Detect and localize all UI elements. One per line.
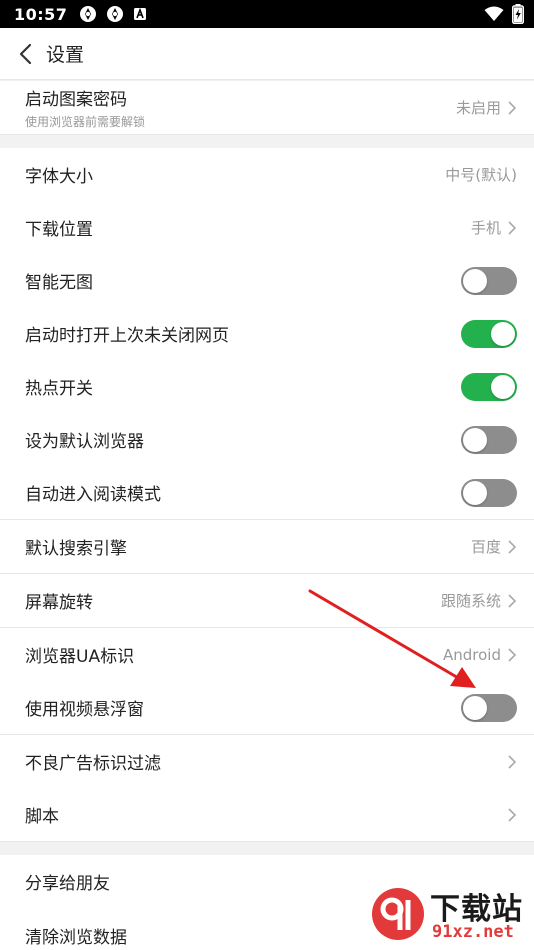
status-notification-icons xyxy=(79,5,147,23)
setting-label: 启动图案密码 xyxy=(25,90,127,110)
setting-value-text: 手机 xyxy=(470,219,501,237)
setting-label: 分享给朋友 xyxy=(25,874,110,894)
setting-row-hotspot: 热点开关 xyxy=(0,360,534,414)
video-float-window-toggle[interactable] xyxy=(461,693,517,722)
setting-row-smart-no-image: 智能无图 xyxy=(0,254,534,308)
setting-row-screen-rotation[interactable]: 屏幕旋转 跟随系统 xyxy=(0,574,534,628)
setting-value-text: 跟随系统 xyxy=(440,592,501,610)
setting-label: 热点开关 xyxy=(25,379,93,399)
setting-sublabel: 使用浏览器前需要解锁 xyxy=(25,115,146,129)
setting-row-pattern-password[interactable]: 启动图案密码 使用浏览器前需要解锁 未启用 xyxy=(0,81,534,135)
restore-tabs-toggle[interactable] xyxy=(461,319,517,348)
setting-label: 自动进入阅读模式 xyxy=(25,485,161,505)
toggle-knob xyxy=(463,695,487,720)
setting-value: 跟随系统 xyxy=(441,590,517,611)
page-title: 设置 xyxy=(46,44,85,66)
setting-row-user-agent[interactable]: 浏览器UA标识 Android xyxy=(0,628,534,682)
setting-value xyxy=(501,807,517,823)
toggle-knob xyxy=(463,268,487,293)
app-header: 设置 xyxy=(0,28,534,80)
status-time: 10:57 xyxy=(14,4,68,24)
setting-row-ad-filter[interactable]: 不良广告标识过滤 xyxy=(0,735,534,789)
setting-label: 清除浏览数据 xyxy=(25,927,127,948)
setting-row-restore-tabs: 启动时打开上次未关闭网页 xyxy=(0,307,534,361)
setting-row-font-size[interactable]: 字体大小 中号(默认) xyxy=(0,148,534,202)
chevron-right-icon xyxy=(508,220,517,235)
setting-value-text: Android xyxy=(443,645,501,664)
chevron-right-icon xyxy=(508,593,517,608)
chevron-right-icon xyxy=(508,754,517,769)
toggle-knob xyxy=(463,427,487,452)
chevron-left-icon xyxy=(19,43,32,64)
setting-value xyxy=(501,754,517,770)
watermark: 下载站 91xz.net xyxy=(370,882,530,946)
setting-label: 使用视频悬浮窗 xyxy=(25,700,144,720)
app-notification-icon xyxy=(107,6,124,22)
setting-label: 默认搜索引擎 xyxy=(25,539,127,559)
toggle-knob xyxy=(463,480,487,505)
setting-label: 屏幕旋转 xyxy=(25,593,93,613)
setting-value: 手机 xyxy=(471,217,517,238)
smart-no-image-toggle[interactable] xyxy=(461,266,517,295)
status-bar: 10:57 xyxy=(0,0,534,28)
hotspot-toggle[interactable] xyxy=(461,372,517,401)
setting-label: 启动时打开上次未关闭网页 xyxy=(25,326,229,346)
watermark-logo-icon xyxy=(372,888,424,940)
setting-label: 智能无图 xyxy=(25,273,93,293)
chevron-right-icon xyxy=(508,807,517,822)
reader-mode-toggle[interactable] xyxy=(461,478,517,507)
chevron-right-icon xyxy=(508,539,517,554)
setting-label: 下载位置 xyxy=(25,220,93,240)
setting-value: 中号(默认) xyxy=(445,164,517,185)
setting-value: Android xyxy=(443,646,517,664)
setting-value-text: 中号(默认) xyxy=(445,166,517,184)
setting-label: 不良广告标识过滤 xyxy=(25,754,161,774)
toggle-knob xyxy=(491,321,515,346)
setting-row-reader-mode: 自动进入阅读模式 xyxy=(0,466,534,520)
wifi-icon xyxy=(484,6,504,21)
battery-charging-icon xyxy=(512,4,524,24)
setting-label: 字体大小 xyxy=(25,167,93,187)
setting-label: 脚本 xyxy=(25,807,59,827)
setting-value: 未启用 xyxy=(456,97,517,118)
setting-label-group: 启动图案密码 使用浏览器前需要解锁 xyxy=(25,85,145,130)
setting-value: 百度 xyxy=(471,536,517,557)
setting-row-video-float-window: 使用视频悬浮窗 xyxy=(0,681,534,735)
setting-label: 设为默认浏览器 xyxy=(25,432,144,452)
back-button[interactable] xyxy=(12,41,38,67)
default-browser-toggle[interactable] xyxy=(461,425,517,454)
keyboard-notification-icon xyxy=(134,7,147,20)
app-notification-icon xyxy=(80,6,97,22)
setting-value-text: 百度 xyxy=(470,538,501,556)
watermark-domain: 91xz.net xyxy=(432,922,514,942)
setting-row-default-browser: 设为默认浏览器 xyxy=(0,413,534,467)
chevron-right-icon xyxy=(508,647,517,662)
setting-value-text: 未启用 xyxy=(455,99,501,117)
chevron-right-icon xyxy=(508,100,517,115)
toggle-knob xyxy=(491,374,515,399)
setting-row-search-engine[interactable]: 默认搜索引擎 百度 xyxy=(0,520,534,574)
setting-row-download-location[interactable]: 下载位置 手机 xyxy=(0,201,534,255)
setting-row-script[interactable]: 脚本 xyxy=(0,788,534,842)
setting-label: 浏览器UA标识 xyxy=(25,647,135,667)
